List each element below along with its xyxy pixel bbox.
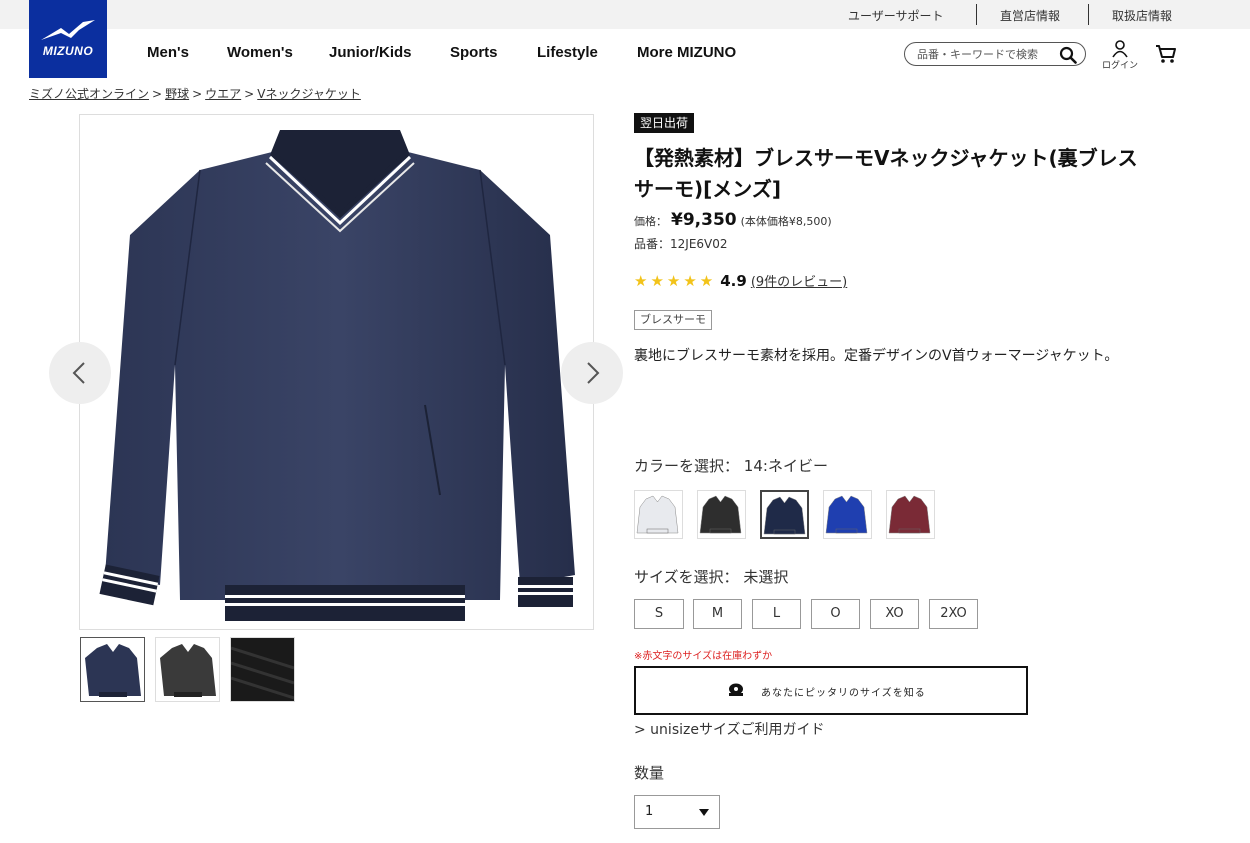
thumbnail-black[interactable] (155, 637, 220, 702)
fabric-detail-image (231, 638, 294, 701)
breadcrumb-home[interactable]: ミズノ公式オンライン (29, 87, 149, 101)
user-support-link[interactable]: ユーザーサポート (848, 7, 944, 24)
sku-label: 品番： (634, 237, 671, 251)
divider (1088, 4, 1089, 25)
chevron-right-icon (587, 362, 600, 384)
jacket-image (99, 130, 575, 621)
search-box (904, 42, 1086, 66)
store-info-link[interactable]: 直営店情報 (1000, 7, 1060, 24)
price-row: 価格： ¥9,350 (本体価格¥8,500) (634, 210, 832, 230)
nav-lifestyle[interactable]: Lifestyle (537, 44, 598, 61)
color-selected: 14:ネイビー (743, 457, 828, 475)
prev-image-button[interactable] (49, 342, 111, 404)
nav-mens[interactable]: Men's (147, 44, 189, 61)
jacket-thumbnail-image (160, 644, 216, 697)
breadcrumb: ミズノ公式オンライン > 野球 > ウエア > Vネックジャケット (29, 87, 361, 101)
utility-bar: ユーザーサポート 直営店情報 取扱店情報 (0, 0, 1250, 29)
jacket-swatch-image (763, 496, 806, 535)
measuring-tape-icon (729, 683, 743, 696)
thumbnail-navy[interactable] (80, 637, 145, 702)
size-2xo-button[interactable]: 2XO (929, 599, 978, 629)
mizuno-logo[interactable]: MIZUNO (29, 0, 107, 78)
feature-tag[interactable]: ブレスサーモ (634, 310, 712, 330)
size-l-button[interactable]: L (752, 599, 801, 629)
size-xo-button[interactable]: XO (870, 599, 919, 629)
nav-junior-kids[interactable]: Junior/Kids (329, 44, 412, 61)
size-m-button[interactable]: M (693, 599, 742, 629)
product-description: 裏地にブレスサーモ素材を採用。定番デザインのV首ウォーマージャケット。 (634, 348, 1119, 364)
runbird-icon (41, 20, 95, 40)
nav-more-mizuno[interactable]: More MIZUNO (637, 44, 736, 61)
color-swatch[interactable] (823, 490, 872, 539)
dealer-info-link[interactable]: 取扱店情報 (1112, 7, 1172, 24)
star-rating-icon: ★★★★★ (634, 272, 717, 290)
size-selected: 未選択 (743, 568, 789, 586)
sku-value: 12JE6V02 (670, 237, 728, 251)
color-select-label: カラーを選択： 14:ネイビー (634, 457, 828, 475)
jacket-swatch-image (825, 495, 868, 534)
quantity-select[interactable]: 1 (634, 795, 720, 829)
color-swatch[interactable] (886, 490, 935, 539)
jacket-swatch-image (636, 495, 679, 534)
breadcrumb-baseball[interactable]: 野球 (165, 87, 189, 101)
next-image-button[interactable] (561, 342, 623, 404)
find-my-size-button[interactable]: あなたにピッタリのサイズを知る (634, 666, 1028, 715)
breadcrumb-wear[interactable]: ウエア (205, 87, 241, 101)
thumbnail-fabric[interactable] (230, 637, 295, 702)
sku-row: 品番：12JE6V02 (634, 235, 728, 252)
find-my-size-label: あなたにピッタリのサイズを知る (761, 688, 926, 699)
price: ¥9,350 (671, 210, 737, 230)
breadcrumb-vneck-jacket[interactable]: Vネックジャケット (257, 87, 361, 101)
color-swatch[interactable] (697, 490, 746, 539)
quantity-value: 1 (645, 804, 654, 819)
size-o-button[interactable]: O (811, 599, 860, 629)
search-icon[interactable] (1059, 46, 1077, 64)
price-label: 価格： (634, 215, 667, 228)
jacket-thumbnail-image (85, 644, 141, 697)
divider (976, 4, 977, 25)
shipping-badge: 翌日出荷 (634, 113, 695, 133)
color-swatch[interactable] (760, 490, 809, 539)
jacket-swatch-image (699, 495, 742, 534)
jacket-swatch-image (888, 495, 931, 534)
login-button[interactable]: ログイン (1098, 40, 1142, 71)
reviews-link[interactable]: (9件のレビュー) (751, 275, 847, 290)
size-s-button[interactable]: S (634, 599, 684, 629)
caret-down-icon (699, 809, 709, 816)
size-guide-link[interactable]: > unisizeサイズご利用ガイド (634, 719, 825, 739)
product-main-image (79, 114, 594, 630)
quantity-label: 数量 (634, 764, 665, 782)
stock-note: ※赤文字のサイズは在庫わずか (634, 651, 773, 662)
cart-icon[interactable] (1155, 44, 1177, 64)
size-select-label: サイズを選択： 未選択 (634, 568, 789, 586)
rating-row: ★★★★★ 4.9 (9件のレビュー) (634, 271, 847, 290)
logo-text: MIZUNO (42, 44, 94, 58)
nav-sports[interactable]: Sports (450, 44, 498, 61)
price-note: (本体価格¥8,500) (740, 215, 832, 228)
color-swatch[interactable] (634, 490, 683, 539)
search-input[interactable] (917, 46, 1057, 62)
nav-womens[interactable]: Women's (227, 44, 293, 61)
chevron-left-icon (72, 362, 85, 384)
login-label: ログイン (1101, 61, 1138, 71)
product-title: 【発熱素材】ブレスサーモVネックジャケット(裏ブレスサーモ)[メンズ] (634, 146, 1138, 201)
rating-score: 4.9 (720, 272, 747, 290)
user-icon (1112, 40, 1128, 58)
